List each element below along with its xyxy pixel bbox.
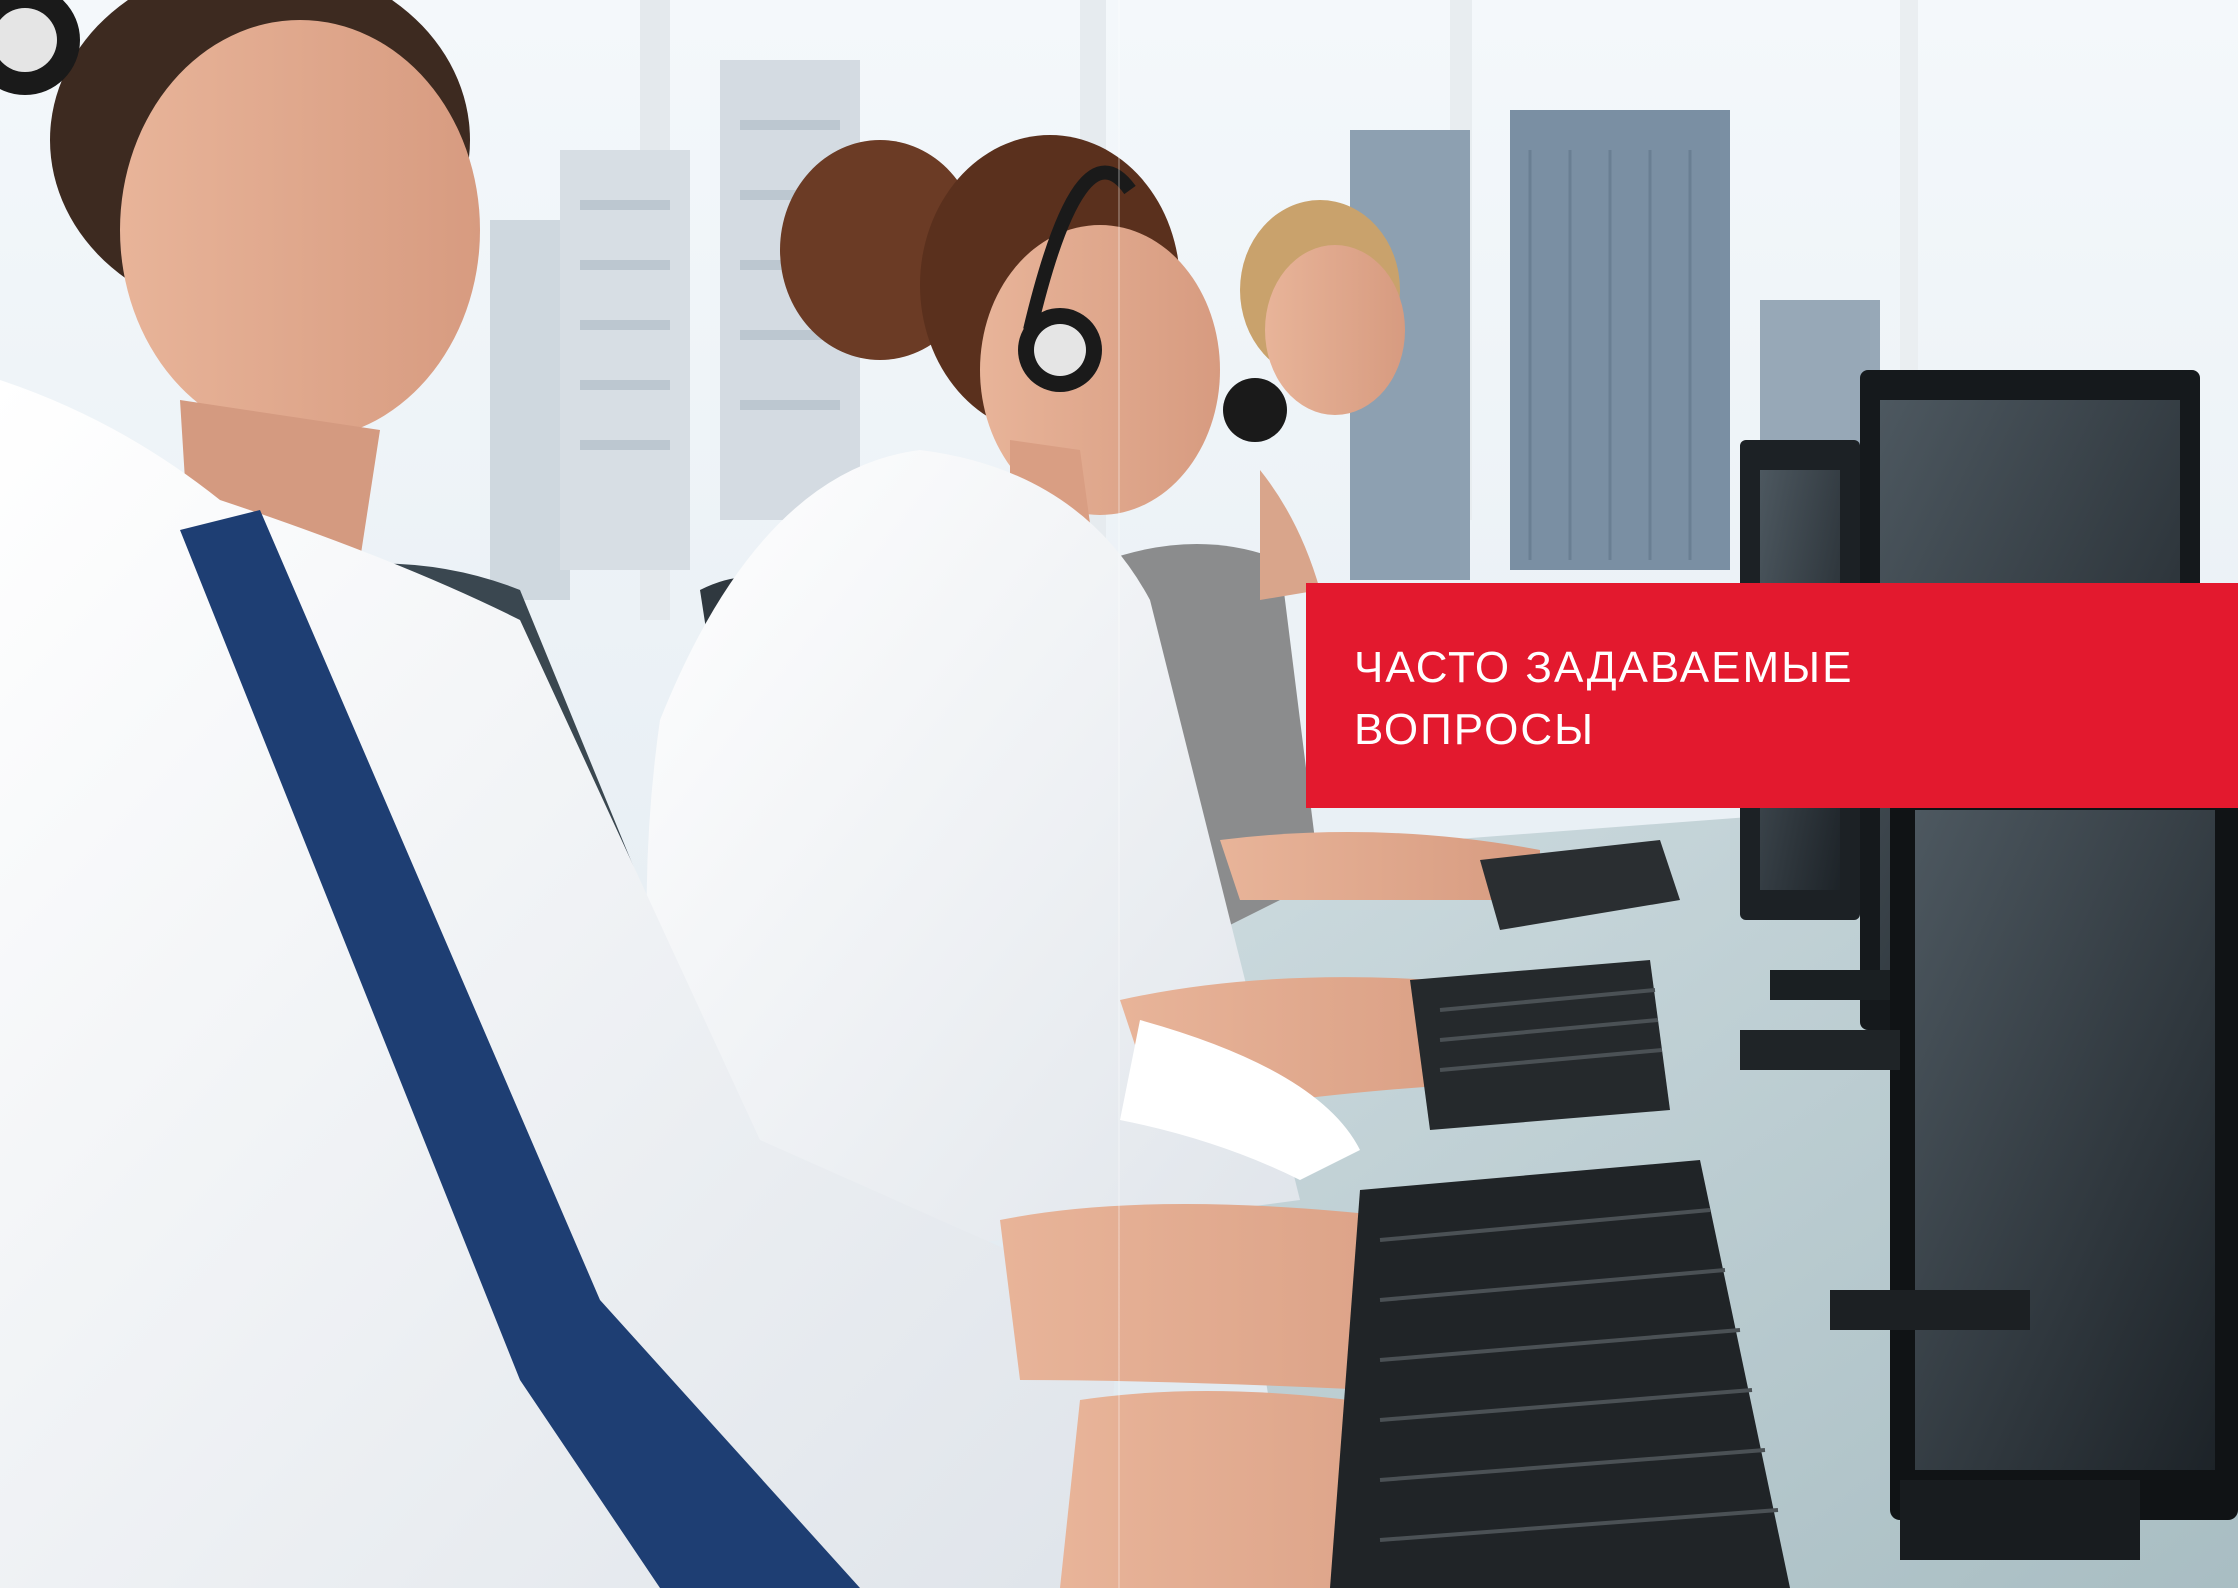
page-title: ЧАСТО ЗАДАВАЕМЫЕ ВОПРОСЫ [1354,637,2238,761]
title-line-2: ВОПРОСЫ [1354,705,1596,754]
cover-page: ЧАСТО ЗАДАВАЕМЫЕ ВОПРОСЫ [0,0,2238,1588]
title-banner: ЧАСТО ЗАДАВАЕМЫЕ ВОПРОСЫ [1306,583,2238,808]
title-line-1: ЧАСТО ЗАДАВАЕМЫЕ [1354,643,1854,692]
